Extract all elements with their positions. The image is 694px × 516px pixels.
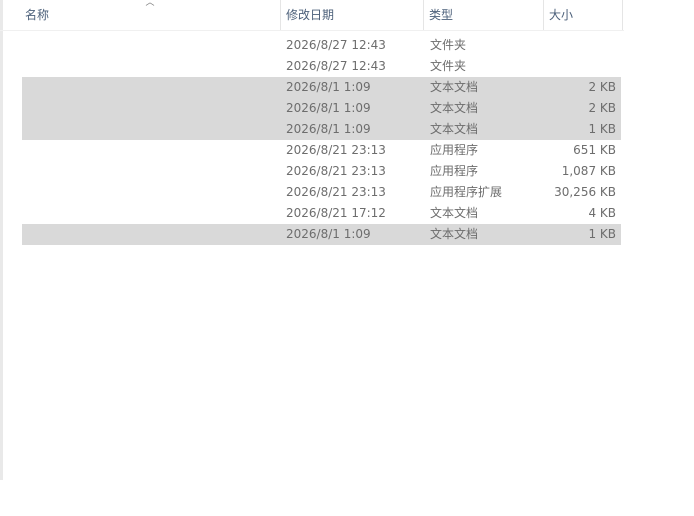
file-type: 应用程序扩展: [430, 185, 503, 199]
file-date: 2026/8/1 1:09: [286, 122, 371, 136]
file-date: 2026/8/1 1:09: [286, 227, 371, 241]
file-date: 2026/8/21 17:12: [286, 206, 386, 220]
file-type: 文件夹: [430, 59, 467, 73]
file-size: 30,256 KB: [554, 185, 616, 199]
file-row[interactable]: UnityCrashHandler64.exe2026/8/21 23:13应用…: [22, 161, 621, 182]
sort-ascending-icon: ︿: [145, 0, 155, 8]
file-row[interactable]: Version 12 Changelog.txt2026/8/21 17:12文…: [22, 203, 621, 224]
column-header-date-label: 修改日期: [286, 8, 335, 22]
file-type: 文件夹: [430, 38, 467, 52]
file-type: 应用程序: [430, 164, 479, 178]
column-header-name-label: 名称: [25, 8, 50, 22]
column-header-size[interactable]: 大小: [543, 0, 623, 30]
file-date: 2026/8/1 1:09: [286, 101, 371, 115]
file-row[interactable]: 【永久地址发布页】 .txt2026/8/1 1:09文本文档1 KB: [22, 119, 621, 140]
file-date: 2026/8/27 12:43: [286, 38, 386, 52]
file-date: 2026/8/27 12:43: [286, 59, 386, 73]
file-size: 2 KB: [588, 80, 616, 94]
file-date: 2026/8/21 23:13: [286, 143, 386, 157]
file-size: 4 KB: [588, 206, 616, 220]
file-row[interactable]: Lily's Lewd Quest_Data2026/8/27 12:43文件夹: [22, 35, 621, 56]
column-header-type[interactable]: 类型: [423, 0, 543, 30]
file-row[interactable]: MonoBleedingEdge2026/8/27 12:43文件夹: [22, 56, 621, 77]
file-type: 文本文档: [430, 122, 479, 136]
file-size: 1 KB: [588, 122, 616, 136]
file-date: 2026/8/21 23:13: [286, 185, 386, 199]
file-size: 1,087 KB: [561, 164, 616, 178]
file-date: 2026/8/1 1:09: [286, 80, 371, 94]
file-size: 1 KB: [588, 227, 616, 241]
file-row[interactable]: 【论坛介绍】 (1) - 副本.txt2026/8/1 1:09文本文档2 KB: [22, 98, 621, 119]
file-row[interactable]: UnityPlayer.dll2026/8/21 23:13应用程序扩展30,2…: [22, 182, 621, 203]
file-type: 文本文档: [430, 206, 479, 220]
column-header-size-label: 大小: [549, 8, 574, 22]
file-row[interactable]: 【来了就能下载和观看！纯免费！】 - 副本.txt2026/8/1 1:09文本…: [22, 77, 621, 98]
file-type: 文本文档: [430, 227, 479, 241]
file-type: 文本文档: [430, 101, 479, 115]
file-row[interactable]: 最新地址及APP请发邮箱自动获取！！！.txt2026/8/1 1:09文本文档…: [22, 224, 621, 245]
column-header-bar: 名称 ︿ 修改日期 类型 大小: [0, 0, 624, 31]
file-list: Lily's Lewd Quest_Data2026/8/27 12:43文件夹…: [22, 35, 621, 245]
file-type: 文本文档: [430, 80, 479, 94]
file-row[interactable]: Lily's Lewd Quest.exe2026/8/21 23:13应用程序…: [22, 140, 621, 161]
file-type: 应用程序: [430, 143, 479, 157]
file-date: 2026/8/21 23:13: [286, 164, 386, 178]
file-size: 651 KB: [573, 143, 616, 157]
file-size: 2 KB: [588, 101, 616, 115]
column-header-date[interactable]: 修改日期: [280, 0, 423, 30]
column-header-type-label: 类型: [429, 8, 454, 22]
pane-left-edge: [0, 0, 3, 480]
